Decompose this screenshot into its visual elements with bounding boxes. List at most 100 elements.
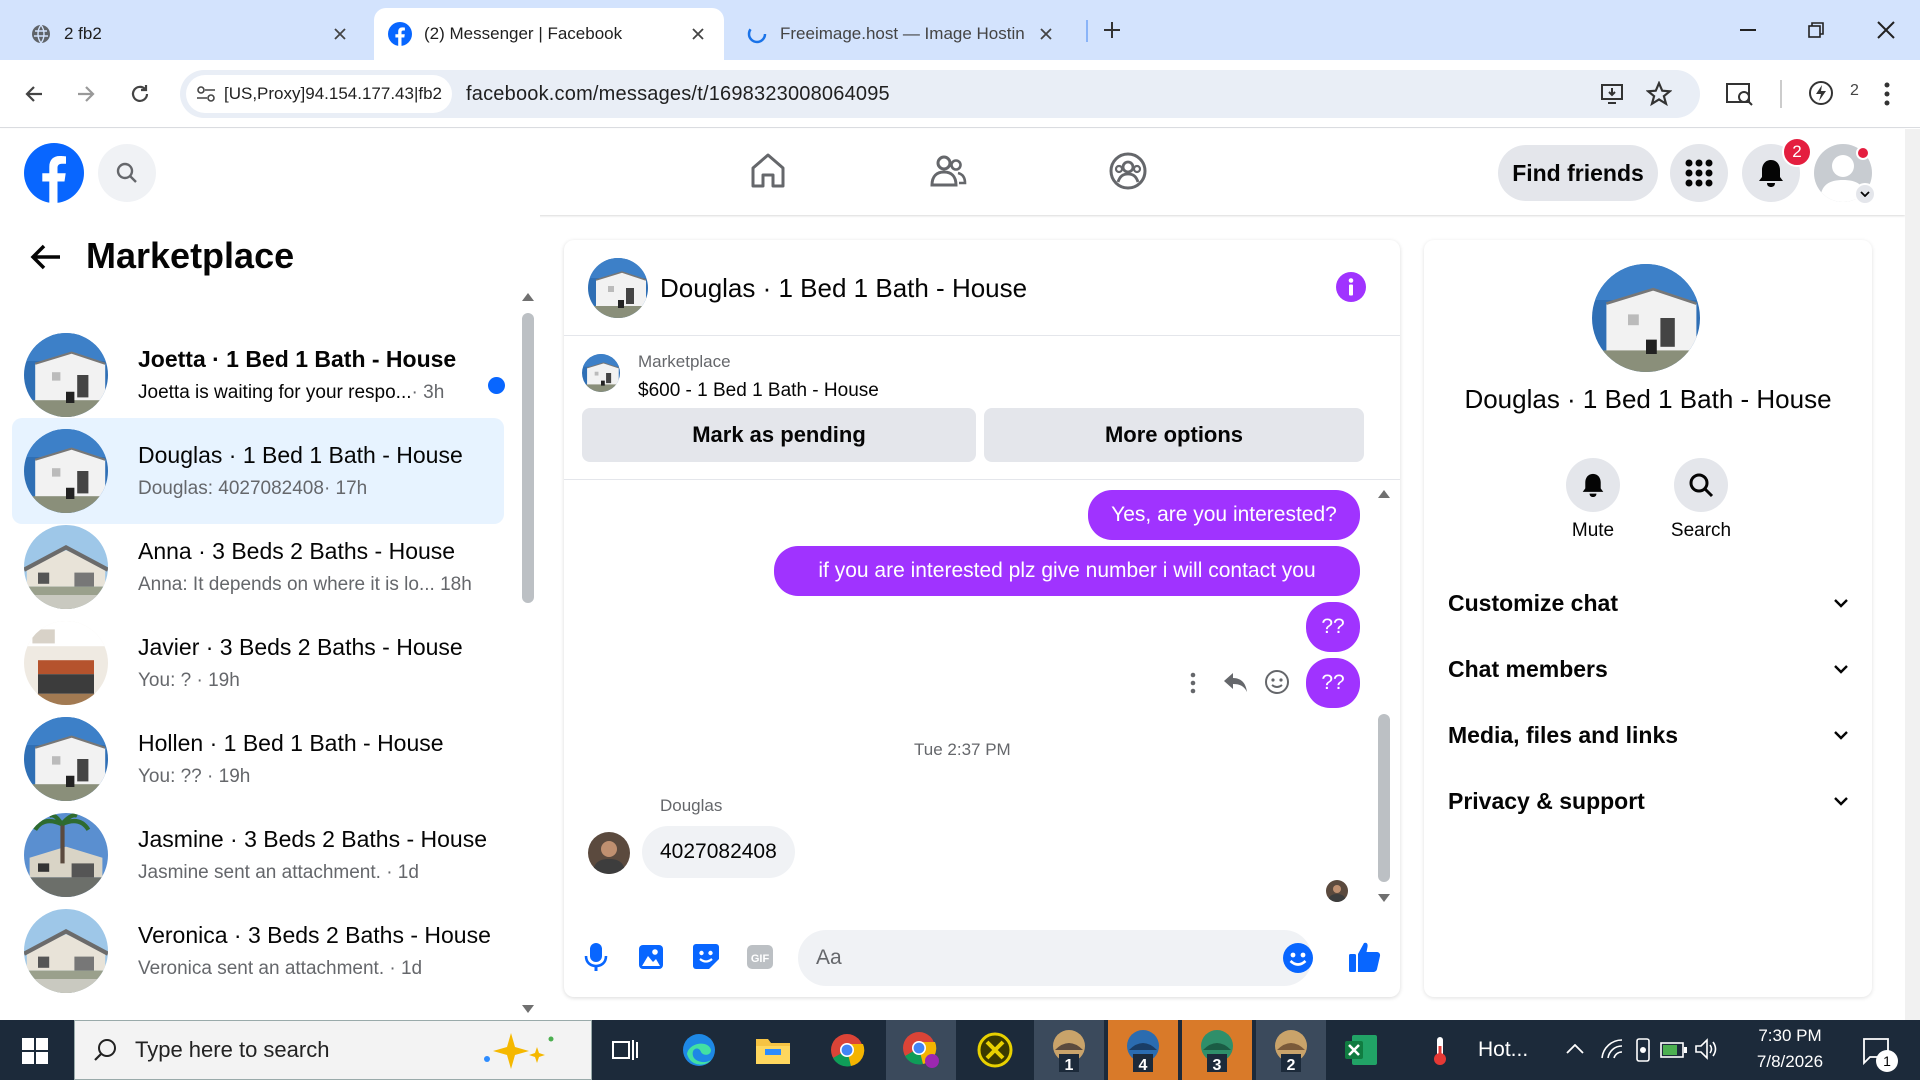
conversation-item[interactable]: Jasmine · 3 Beds 2 Baths - House Jasmine … xyxy=(12,802,504,908)
url-text[interactable]: facebook.com/messages/t/1698323008064095 xyxy=(466,83,890,106)
chevron-down-icon[interactable] xyxy=(1854,183,1876,205)
scroll-down-arrow[interactable] xyxy=(1378,894,1390,902)
groups-nav[interactable] xyxy=(1108,151,1148,191)
meet-now-icon[interactable] xyxy=(1634,1038,1652,1062)
chat-avatar[interactable] xyxy=(588,258,648,318)
sticker-icon[interactable] xyxy=(692,942,720,970)
back-button[interactable] xyxy=(14,74,54,114)
chrome-icon[interactable] xyxy=(812,1020,882,1080)
chat-title[interactable]: Douglas · 1 Bed 1 Bath - House xyxy=(660,273,1027,304)
chevron-up-icon[interactable] xyxy=(1566,1044,1584,1054)
minimize-button[interactable] xyxy=(1714,0,1782,60)
taskbar-search-box[interactable]: Type here to search xyxy=(74,1020,592,1080)
conversation-item[interactable]: Hollen · 1 Bed 1 Bath - House You: ?? · 1… xyxy=(12,706,504,812)
restore-button[interactable] xyxy=(1782,0,1850,60)
close-tab-icon[interactable] xyxy=(686,22,710,46)
search-in-conversation-button[interactable] xyxy=(1674,458,1728,512)
close-tab-icon[interactable] xyxy=(1034,22,1058,46)
conversation-item[interactable]: Joetta · 1 Bed 1 Bath - House Joetta is w… xyxy=(12,322,505,428)
scroll-up-arrow[interactable] xyxy=(1378,490,1390,498)
browser-tab-active[interactable]: (2) Messenger | Facebook xyxy=(374,8,724,60)
install-app-icon[interactable] xyxy=(1600,82,1624,106)
scroll-down-arrow[interactable] xyxy=(522,1005,534,1013)
mark-as-pending-button[interactable]: Mark as pending xyxy=(582,408,976,462)
tab-title: Freeimage.host — Image Hostin xyxy=(780,24,1025,43)
menu-button[interactable] xyxy=(1670,144,1728,202)
incoming-message[interactable]: 4027082408 xyxy=(642,826,795,878)
photo-icon[interactable] xyxy=(638,942,664,970)
conversation-item[interactable]: Anna · 3 Beds 2 Baths - House Anna: It de… xyxy=(12,514,504,620)
outgoing-message[interactable]: if you are interested plz give number i … xyxy=(774,546,1360,596)
app-window-4-icon[interactable]: 4 xyxy=(1108,1020,1178,1080)
app-window-2-icon[interactable]: 2 xyxy=(1256,1020,1326,1080)
windows-start-icon[interactable] xyxy=(22,1038,48,1064)
info-icon[interactable] xyxy=(1336,272,1366,302)
mute-button[interactable] xyxy=(1566,458,1620,512)
friends-nav[interactable] xyxy=(928,151,968,191)
thumbs-up-icon[interactable] xyxy=(1348,940,1382,974)
conversation-item[interactable]: Veronica · 3 Beds 2 Baths - House Veronic… xyxy=(12,898,504,1004)
conversation-item[interactable]: Douglas · 1 Bed 1 Bath - House Douglas: 4… xyxy=(12,418,504,524)
back-arrow-icon[interactable] xyxy=(30,243,62,271)
outgoing-message[interactable]: Yes, are you interested? xyxy=(1088,490,1360,540)
customize-chat-row[interactable]: Customize chat xyxy=(1448,576,1848,630)
clock-date[interactable]: 7/8/2026 xyxy=(1740,1052,1840,1072)
more-options-button[interactable]: More options xyxy=(984,408,1364,462)
conversation-time: · 19h xyxy=(191,670,240,691)
tab-search-icon[interactable] xyxy=(1726,82,1754,106)
facebook-favicon-icon xyxy=(388,22,412,46)
edge-browser-icon[interactable] xyxy=(664,1020,734,1080)
close-window-button[interactable] xyxy=(1852,0,1920,60)
find-friends-button[interactable]: Find friends xyxy=(1498,145,1658,201)
file-explorer-icon[interactable] xyxy=(738,1020,808,1080)
microphone-icon[interactable] xyxy=(584,942,608,972)
search-button[interactable] xyxy=(98,144,156,202)
gif-icon[interactable]: GIF xyxy=(746,944,774,970)
app-window-1-icon[interactable]: 1 xyxy=(1034,1020,1104,1080)
close-tab-icon[interactable] xyxy=(328,22,352,46)
speaker-icon[interactable] xyxy=(1694,1038,1718,1060)
info-avatar[interactable] xyxy=(1592,264,1700,372)
app-x-icon[interactable] xyxy=(960,1020,1030,1080)
task-view-icon[interactable] xyxy=(590,1020,660,1080)
thermometer-icon[interactable] xyxy=(1432,1036,1448,1066)
browser-tab[interactable]: Freeimage.host — Image Hostin xyxy=(732,8,1072,60)
listing-thumbnail[interactable] xyxy=(582,354,620,392)
excel-icon[interactable] xyxy=(1326,1020,1396,1080)
browser-tab[interactable]: 2 fb2 xyxy=(16,8,366,60)
home-nav[interactable] xyxy=(748,151,788,191)
wifi-icon[interactable] xyxy=(1600,1038,1624,1060)
outgoing-message[interactable]: ?? xyxy=(1306,602,1360,652)
forward-button[interactable] xyxy=(66,74,106,114)
svg-text:GIF: GIF xyxy=(751,953,770,965)
list-scrollbar-thumb[interactable] xyxy=(522,313,534,603)
new-tab-button[interactable] xyxy=(1096,14,1128,46)
weather-text[interactable]: Hot... xyxy=(1478,1038,1528,1062)
page-scrollbar[interactable] xyxy=(1905,129,1920,1020)
chat-members-row[interactable]: Chat members xyxy=(1448,642,1848,696)
react-emoji-icon[interactable] xyxy=(1264,669,1290,695)
extension-bolt-icon[interactable] xyxy=(1808,80,1834,106)
emoji-icon[interactable] xyxy=(1282,942,1314,974)
message-input[interactable]: Aa xyxy=(798,930,1314,986)
reply-icon[interactable] xyxy=(1222,670,1248,694)
scroll-up-arrow[interactable] xyxy=(522,293,534,301)
address-bar[interactable]: [US,Proxy]94.154.177.43|fb2 facebook.com… xyxy=(180,70,1700,118)
site-info-chip[interactable]: [US,Proxy]94.154.177.43|fb2 xyxy=(186,75,453,113)
reload-button[interactable] xyxy=(120,74,160,114)
battery-icon[interactable] xyxy=(1660,1040,1688,1060)
bookmark-star-icon[interactable] xyxy=(1646,81,1672,107)
more-menu-icon[interactable] xyxy=(1884,82,1890,106)
app-window-3-icon[interactable]: 3 xyxy=(1182,1020,1252,1080)
sender-avatar[interactable] xyxy=(588,832,630,874)
outgoing-message[interactable]: ?? xyxy=(1306,658,1360,708)
more-actions-icon[interactable] xyxy=(1190,672,1196,694)
facebook-logo[interactable] xyxy=(24,143,84,203)
clock-time[interactable]: 7:30 PM xyxy=(1740,1026,1840,1046)
privacy-support-row[interactable]: Privacy & support xyxy=(1448,774,1848,828)
chrome-profile-icon[interactable] xyxy=(886,1020,956,1080)
media-files-links-row[interactable]: Media, files and links xyxy=(1448,708,1848,762)
chat-scrollbar-thumb[interactable] xyxy=(1378,714,1390,882)
conversation-item[interactable]: Javier · 3 Beds 2 Baths - House You: ? · … xyxy=(12,610,504,716)
listing-title[interactable]: $600 - 1 Bed 1 Bath - House xyxy=(638,380,879,402)
